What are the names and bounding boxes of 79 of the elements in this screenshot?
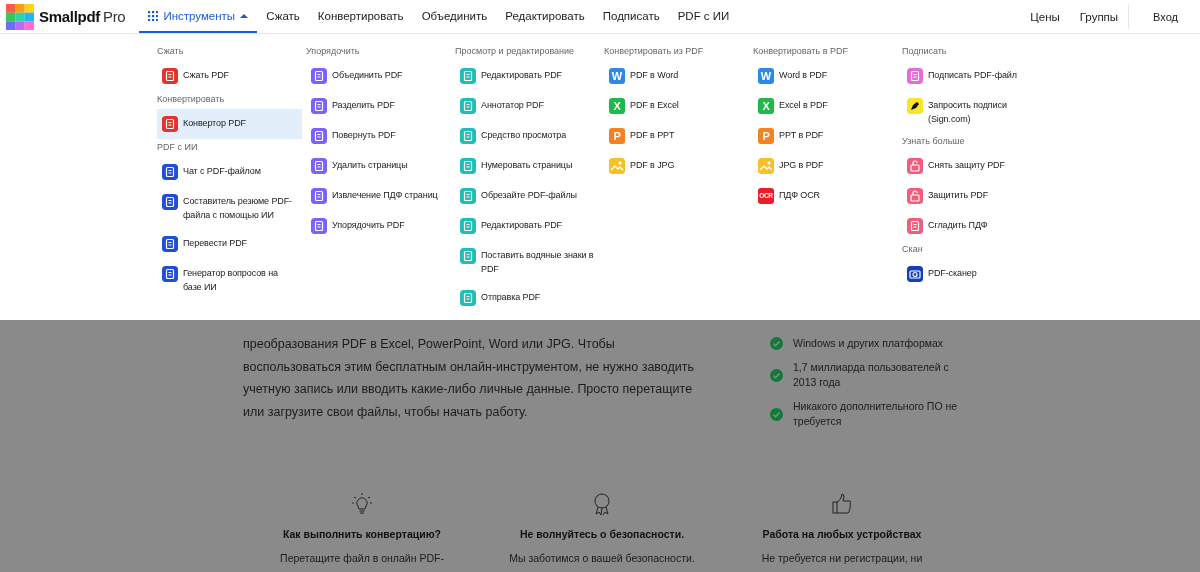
nav-link[interactable]: Редактировать — [496, 0, 594, 33]
menu-item[interactable]: Защитить PDF — [902, 181, 1047, 211]
nav-link[interactable]: Объединить — [412, 0, 497, 33]
file-type-icon: W — [609, 68, 625, 84]
menu-item[interactable]: X PDF в Excel — [604, 91, 749, 121]
menu-item[interactable]: Отправка PDF — [455, 283, 600, 313]
menu-item[interactable]: X Excel в PDF — [753, 91, 898, 121]
caret-icon — [240, 12, 249, 19]
menu-item[interactable]: Редактировать PDF — [455, 61, 600, 91]
logo-text[interactable]: Smallpdf Pro — [39, 8, 126, 25]
menu-item[interactable]: Повернуть PDF — [306, 121, 451, 151]
menu-item[interactable]: P PDF в PPT — [604, 121, 749, 151]
menu-item[interactable]: PDF в JPG — [604, 151, 749, 181]
menu-item[interactable]: JPG в PDF — [753, 151, 898, 181]
nav-link[interactable]: Конвертировать — [308, 0, 413, 33]
check-icon — [770, 368, 783, 382]
menu-item[interactable]: Средство просмотра — [455, 121, 600, 151]
menu-item[interactable]: Снять защиту PDF — [902, 151, 1047, 181]
menu-item[interactable]: Удалить страницы — [306, 151, 451, 181]
file-type-icon: X — [758, 98, 774, 114]
feature-text: Мы заботимся о вашей безопасности. — [509, 552, 695, 564]
file-type-icon: X — [609, 98, 625, 114]
file-type-icon: P — [758, 128, 774, 144]
feature-text: Не требуется ни регистрации, ни — [761, 552, 923, 564]
thumbs-up-icon — [831, 492, 853, 516]
grid-icon — [148, 10, 159, 21]
feature-title: Как выполнить конвертацию? — [283, 528, 441, 540]
menu-section-heading: Конвертировать — [157, 93, 226, 106]
login-link[interactable]: Вход — [1128, 4, 1200, 29]
menu-item[interactable]: Поставить водяные знаки в PDF — [455, 241, 600, 283]
menu-item[interactable]: Обрезайте PDF-файлы — [455, 181, 600, 211]
nav-link[interactable]: Цены — [1020, 0, 1070, 33]
check-icon — [770, 337, 783, 350]
menu-section-heading: Упорядочить — [306, 45, 361, 58]
lightbulb-icon — [351, 492, 373, 516]
feature-text: Перетащите файл в онлайн PDF- — [280, 552, 444, 564]
feature-title: Не волнуйтесь о безопасности. — [519, 528, 685, 540]
benefit-text: Windows и других платформах — [793, 336, 945, 351]
menu-item[interactable]: Извлечение ПДФ страниц — [306, 181, 451, 211]
file-type-icon: P — [609, 128, 625, 144]
menu-section-heading: Скан — [902, 243, 924, 256]
benefit-text: 1,7 миллиарда пользователей с 2013 года — [793, 360, 950, 390]
intro-paragraph: преобразования PDF в Excel, PowerPoint, Word или JPG. Чтобы воспользоваться этим бесплатным онлайн-инструментом, не нужно заводить учетную запись или вводить какие-либо личные данные. Просто перетащите или загрузите свои файлы, чтобы начать работу. — [243, 336, 696, 421]
menu-section-heading: Подписать — [902, 45, 948, 58]
menu-item[interactable]: Упорядочить PDF — [306, 211, 451, 241]
menu-item[interactable]: Редактировать PDF — [455, 211, 600, 241]
nav-link[interactable]: Группы — [1069, 0, 1129, 33]
menu-item[interactable]: Генератор вопросов на базе ИИ — [157, 259, 302, 301]
file-type-icon: W — [758, 68, 774, 84]
menu-item[interactable]: Объединить PDF — [306, 61, 451, 91]
menu-item[interactable]: Аннотатор PDF — [455, 91, 600, 121]
nav-link[interactable]: PDF с ИИ — [668, 0, 739, 33]
menu-item[interactable]: Нумеровать страницы — [455, 151, 600, 181]
menu-item[interactable]: W PDF в Word — [604, 61, 749, 91]
menu-section-heading: Сжать — [157, 45, 185, 58]
menu-item[interactable]: P PPT в PDF — [753, 121, 898, 151]
menu-section-heading: Конвертировать в PDF — [753, 45, 849, 58]
menu-item[interactable]: Подписать PDF-файл — [902, 61, 1047, 91]
menu-item[interactable]: PDF-сканер — [902, 259, 1047, 289]
menu-item[interactable]: Сжать PDF — [157, 61, 302, 91]
menu-item[interactable]: Составитель резюме PDF-файла с помощью ИИ — [157, 187, 302, 229]
menu-item[interactable]: Сгладить ПДФ — [902, 211, 1047, 241]
logo-icon — [6, 3, 34, 30]
nav-link[interactable]: Сжать — [257, 0, 309, 33]
menu-item[interactable]: Перевести PDF — [157, 229, 302, 259]
menu-item[interactable]: Разделить PDF — [306, 91, 451, 121]
menu-section-heading: PDF с ИИ — [157, 141, 199, 154]
check-icon — [770, 407, 783, 421]
menu-section-heading: Просмотр и редактирование — [455, 45, 576, 58]
award-icon — [591, 492, 613, 516]
menu-item[interactable]: Чат с PDF-файлом — [157, 157, 302, 187]
nav-link[interactable]: Подписать — [593, 0, 669, 33]
menu-item[interactable]: Конвертор PDF — [157, 109, 302, 139]
benefit-text: Никакого дополнительного ПО не требуется — [793, 399, 959, 429]
menu-item[interactable]: Запросить подписи (Sign.com) — [902, 91, 1047, 133]
menu-section-heading: Конвертировать из PDF — [604, 45, 705, 58]
menu-item[interactable]: W Word в PDF — [753, 61, 898, 91]
menu-section-heading: Узнать больше — [902, 135, 966, 148]
feature-title: Работа на любых устройствах — [762, 528, 922, 540]
